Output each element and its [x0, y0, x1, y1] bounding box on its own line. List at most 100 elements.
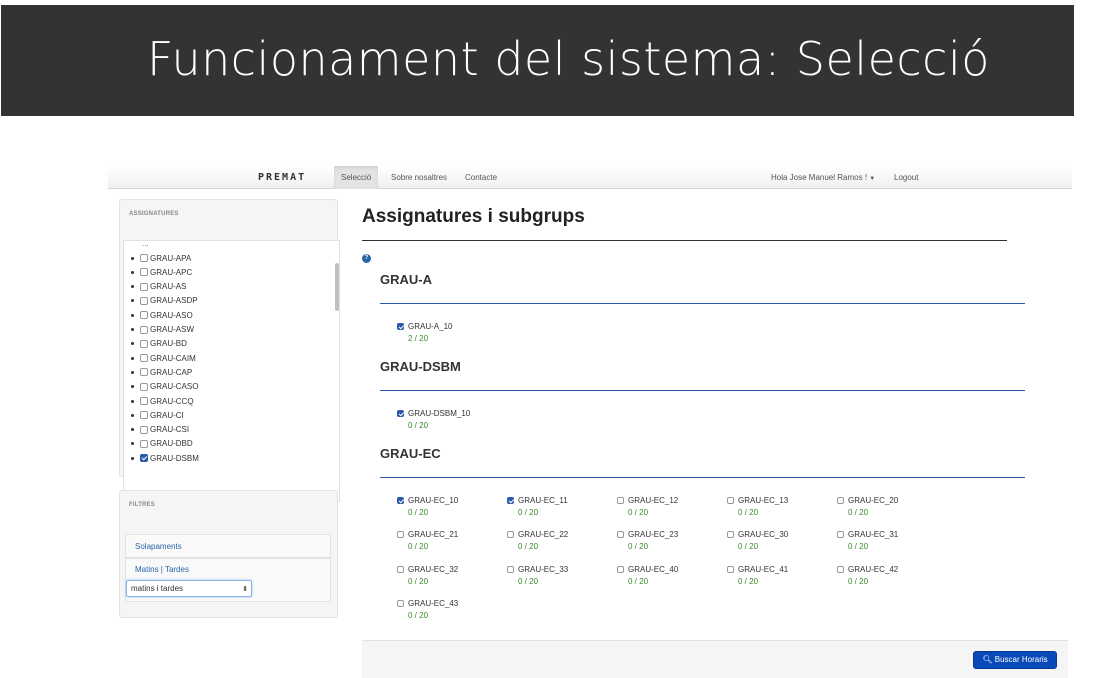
- subject-checkbox[interactable]: [140, 411, 148, 420]
- subgroup-item[interactable]: GRAU-EC_40 0 / 20: [617, 565, 717, 589]
- subject-checkbox[interactable]: [140, 296, 148, 305]
- navbar: PREMAT Selecció Sobre nosaltres Contacte…: [108, 166, 1072, 189]
- subgroup-count: 0 / 20: [408, 576, 429, 586]
- filters-heading: FILTRES: [129, 502, 155, 508]
- subgroup-checkbox[interactable]: [727, 531, 734, 539]
- subgroup-item[interactable]: GRAU-EC_13 0 / 20: [727, 496, 827, 520]
- subject-item[interactable]: GRAU-CAIM: [131, 351, 196, 365]
- subject-checkbox[interactable]: [140, 397, 148, 405]
- filter-shift-link[interactable]: Matins | Tardes: [135, 565, 189, 574]
- subgroup-item[interactable]: GRAU-DSBM_10 0 / 20: [397, 409, 497, 433]
- subject-checkbox[interactable]: [140, 368, 148, 377]
- subgroup-checkbox[interactable]: [397, 410, 404, 417]
- filter-overlap-link[interactable]: Solapaments: [125, 534, 331, 558]
- subjects-list[interactable]: ... GRAU-APA GRAU-APC GRAU-AS GRAU-ASDP GRAU…: [123, 240, 340, 502]
- subgroup-checkbox[interactable]: [397, 565, 404, 573]
- subgroup-checkbox[interactable]: [507, 531, 514, 539]
- subject-item[interactable]: GRAU-CCQ: [131, 394, 194, 408]
- subject-checkbox[interactable]: [140, 268, 148, 277]
- subgroup-item[interactable]: GRAU-EC_30 0 / 20: [727, 530, 827, 554]
- subgroup-item[interactable]: GRAU-A_10 2 / 20: [397, 322, 497, 346]
- subgroup-checkbox[interactable]: [397, 497, 404, 504]
- subject-item[interactable]: GRAU-CI: [131, 408, 184, 422]
- scrollbar-thumb[interactable]: [335, 263, 339, 311]
- subject-checkbox[interactable]: [140, 254, 148, 262]
- subgroup-count: 0 / 20: [848, 542, 869, 552]
- subgroup-item[interactable]: GRAU-EC_31 0 / 20: [837, 530, 937, 554]
- subgroup-checkbox[interactable]: [617, 565, 624, 573]
- subject-item[interactable]: GRAU-DBD: [131, 437, 193, 451]
- subject-item[interactable]: GRAU-APC: [131, 265, 192, 279]
- brand-logo[interactable]: PREMAT: [258, 172, 306, 183]
- subgroup-item[interactable]: GRAU-EC_20 0 / 20: [837, 496, 937, 520]
- subject-item[interactable]: GRAU-CSI: [131, 423, 189, 437]
- filters-panel: FILTRES Solapaments Matins | Tardes mati…: [119, 490, 338, 618]
- subject-checkbox[interactable]: [140, 454, 148, 463]
- subject-item[interactable]: GRAU-CAP: [131, 365, 192, 379]
- subject-checkbox[interactable]: [140, 339, 148, 348]
- subgroup-label: GRAU-EC_42: [848, 564, 899, 574]
- bullet-icon: [131, 313, 134, 317]
- subgroup-checkbox[interactable]: [727, 497, 734, 504]
- subgroup-checkbox[interactable]: [507, 497, 514, 504]
- subject-item[interactable]: GRAU-AS: [131, 280, 186, 294]
- subgroup-item[interactable]: GRAU-EC_41 0 / 20: [727, 565, 827, 589]
- subgroup-checkbox[interactable]: [507, 565, 514, 573]
- logout-link[interactable]: Logout: [887, 166, 925, 189]
- bullet-icon: [131, 385, 134, 389]
- subgroup-checkbox[interactable]: [727, 565, 734, 573]
- subgroup-checkbox[interactable]: [837, 497, 844, 504]
- subgroup-label: GRAU-EC_20: [848, 496, 899, 505]
- subgroup-checkbox[interactable]: [837, 565, 844, 573]
- subgroup-label: GRAU-EC_41: [738, 564, 789, 574]
- nav-tab-sobre-nosaltres[interactable]: Sobre nosaltres: [384, 166, 454, 189]
- nav-tab-seleccio[interactable]: Selecció: [334, 166, 379, 189]
- search-button-label: Buscar Horaris: [994, 655, 1048, 664]
- subgroup-checkbox[interactable]: [617, 531, 624, 539]
- subject-item[interactable]: GRAU-APA: [131, 251, 191, 265]
- subject-checkbox[interactable]: [140, 354, 148, 363]
- subgroup-count: 0 / 20: [518, 576, 539, 586]
- nav-tab-contacte[interactable]: Contacte: [458, 166, 504, 189]
- subgroup-label: GRAU-EC_30: [738, 530, 789, 540]
- subject-checkbox[interactable]: [140, 382, 148, 391]
- subgroup-checkbox[interactable]: [397, 599, 404, 607]
- user-menu[interactable]: Hola Jose Manuel Ramos ! ▼: [764, 166, 882, 189]
- subgroup-item[interactable]: GRAU-EC_10 0 / 20: [397, 496, 497, 520]
- subgroup-item[interactable]: GRAU-EC_11 0 / 20: [507, 496, 607, 520]
- subgroup-checkbox[interactable]: [397, 531, 404, 539]
- subject-checkbox[interactable]: [140, 311, 148, 320]
- bullet-icon: [131, 428, 134, 432]
- bullet-icon: [131, 270, 134, 274]
- subgroup-item[interactable]: GRAU-EC_32 0 / 20: [397, 565, 497, 589]
- subgroup-item[interactable]: GRAU-EC_21 0 / 20: [397, 530, 497, 554]
- subgroup-item[interactable]: GRAU-EC_23 0 / 20: [617, 530, 717, 554]
- info-icon[interactable]: ?: [362, 254, 371, 263]
- subject-item[interactable]: GRAU-CASO: [131, 380, 198, 394]
- subgroup-checkbox[interactable]: [837, 531, 844, 539]
- subgroup-checkbox[interactable]: [397, 323, 404, 330]
- subgroup-item[interactable]: GRAU-EC_43 0 / 20: [397, 599, 497, 623]
- search-icon: 🔍︎: [982, 655, 993, 664]
- subgroup-item[interactable]: GRAU-EC_42 0 / 20: [837, 565, 937, 589]
- search-schedules-button[interactable]: 🔍︎ Buscar Horaris: [973, 651, 1057, 669]
- subgroup-checkbox[interactable]: [617, 497, 624, 504]
- bullet-icon: [131, 399, 134, 403]
- subjects-overflow: ...: [142, 240, 149, 248]
- subject-checkbox[interactable]: [140, 439, 148, 448]
- subgroup-count: 0 / 20: [408, 508, 429, 517]
- subject-item[interactable]: GRAU-ASW: [131, 323, 194, 337]
- subject-item[interactable]: GRAU-DSBM: [131, 451, 199, 465]
- subgroup-item[interactable]: GRAU-EC_12 0 / 20: [617, 496, 717, 520]
- shift-select[interactable]: matins i tardes ⬍: [126, 580, 252, 597]
- group-title: GRAU-EC: [380, 446, 441, 461]
- subject-item[interactable]: GRAU-ASO: [131, 308, 193, 322]
- subject-label: GRAU-CCQ: [150, 396, 194, 406]
- subject-checkbox[interactable]: [140, 282, 148, 291]
- subgroup-item[interactable]: GRAU-EC_22 0 / 20: [507, 530, 607, 554]
- subject-checkbox[interactable]: [140, 325, 148, 334]
- subject-item[interactable]: GRAU-ASDP: [131, 294, 198, 308]
- subgroup-item[interactable]: GRAU-EC_33 0 / 20: [507, 565, 607, 589]
- subject-checkbox[interactable]: [140, 425, 148, 434]
- subject-item[interactable]: GRAU-BD: [131, 337, 187, 351]
